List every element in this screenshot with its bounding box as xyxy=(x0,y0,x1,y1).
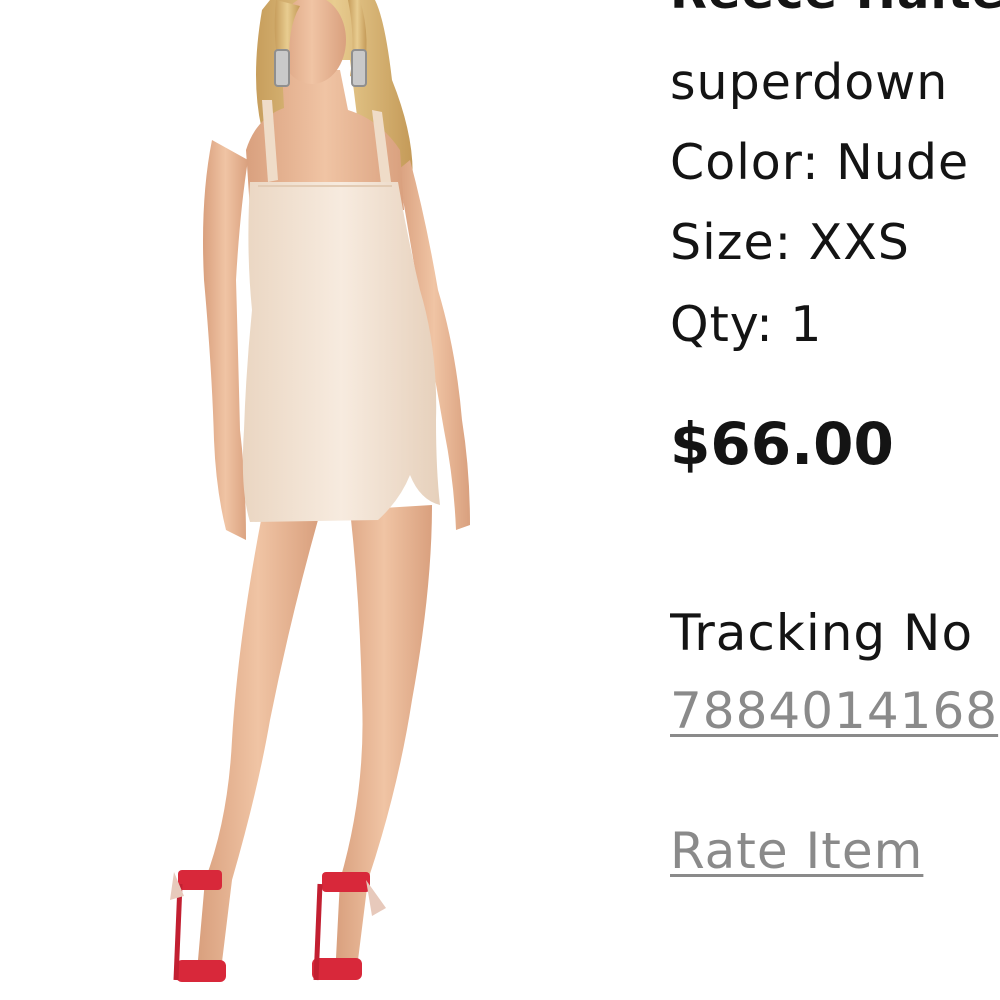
item-price: $66.00 xyxy=(670,410,894,478)
rate-item-link[interactable]: Rate Item xyxy=(670,822,923,880)
product-image[interactable] xyxy=(0,0,620,1000)
tracking-label: Tracking No xyxy=(670,604,974,662)
order-item-details: Reece Halter superdown Color: Nude Size:… xyxy=(670,0,1000,1000)
tracking-number-link[interactable]: 7884014168 xyxy=(670,682,998,740)
quantity-label: Qty: 1 xyxy=(670,296,823,353)
order-item-page: Reece Halter superdown Color: Nude Size:… xyxy=(0,0,1000,1000)
color-label: Color: Nude xyxy=(670,134,970,191)
model-photo xyxy=(0,0,620,1000)
brand-name: superdown xyxy=(670,54,949,111)
product-name[interactable]: Reece Halter xyxy=(670,0,1000,20)
size-label: Size: XXS xyxy=(670,214,910,271)
